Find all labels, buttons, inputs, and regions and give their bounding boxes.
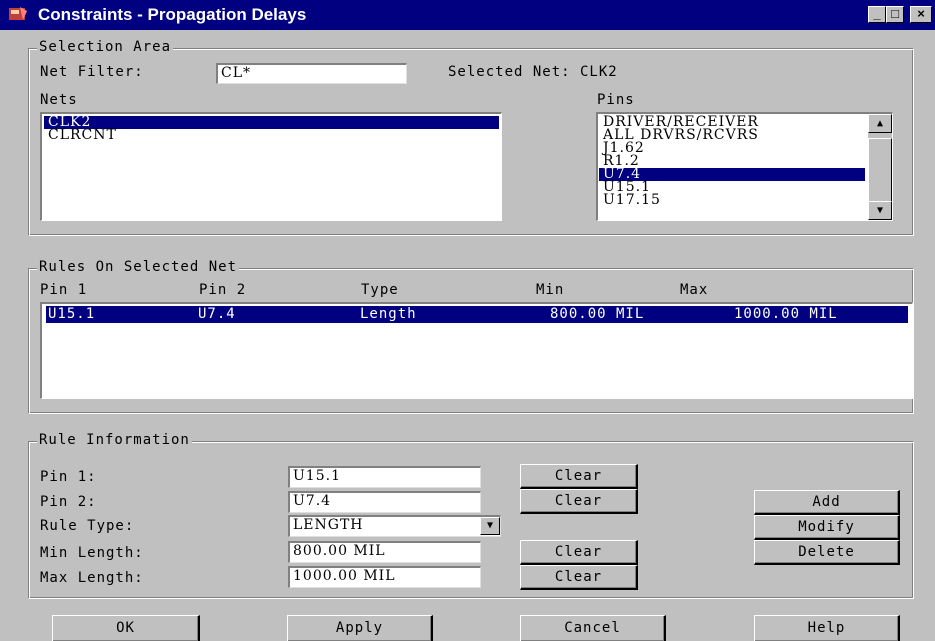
col-pin1-header: Pin 1	[40, 282, 88, 298]
cancel-label: Cancel	[564, 620, 621, 636]
help-label: Help	[807, 620, 846, 636]
pin2-clear-button[interactable]: Clear	[520, 489, 638, 514]
ok-label: OK	[116, 620, 135, 636]
minimize-button[interactable]: _	[868, 6, 886, 23]
minimize-icon: _	[873, 6, 881, 21]
scroll-up-button[interactable]: ▲	[868, 114, 892, 133]
clear-label: Clear	[554, 493, 603, 509]
rule-max-cell: 1000.00 MIL	[734, 306, 838, 322]
pin2-input[interactable]: U7.4	[288, 491, 481, 513]
close-button[interactable]: ×	[910, 6, 932, 23]
nets-items: CLK2 CLRCNT	[44, 115, 499, 142]
min-length-label: Min Length:	[40, 545, 144, 561]
clear-label: Clear	[554, 569, 603, 585]
net-filter-label: Net Filter:	[40, 64, 144, 80]
clear-label: Clear	[554, 544, 603, 560]
scroll-down-button[interactable]: ▼	[868, 201, 892, 220]
modify-button[interactable]: Modify	[754, 515, 900, 540]
pins-scrollbar[interactable]: ▲ ▼	[868, 114, 892, 220]
rule-pin2-cell: U7.4	[198, 306, 236, 322]
rules-legend: Rules On Selected Net	[37, 259, 240, 275]
pin1-clear-button[interactable]: Clear	[520, 464, 638, 489]
close-icon: ×	[917, 6, 925, 21]
cancel-button[interactable]: Cancel	[520, 615, 666, 641]
app-icon	[9, 7, 27, 20]
col-type-header: Type	[361, 282, 399, 298]
col-pin2-header: Pin 2	[199, 282, 247, 298]
max-length-clear-button[interactable]: Clear	[520, 565, 638, 590]
rule-type-cell: Length	[360, 306, 417, 322]
scroll-thumb[interactable]	[868, 138, 892, 202]
col-min-header: Min	[536, 282, 565, 298]
constraints-dialog: Constraints - Propagation Delays _ □ × S…	[0, 0, 935, 641]
selected-net-text: Selected Net: CLK2	[448, 64, 618, 80]
window-title: Constraints - Propagation Delays	[38, 5, 307, 24]
rule-pin1-cell: U15.1	[48, 306, 96, 322]
max-length-input[interactable]: 1000.00 MIL	[288, 566, 481, 588]
triangle-up-icon: ▲	[876, 118, 884, 129]
clear-label: Clear	[554, 468, 603, 484]
chevron-down-icon: ▼	[486, 520, 494, 531]
nets-label: Nets	[40, 92, 78, 108]
add-button[interactable]: Add	[754, 490, 900, 515]
nets-list[interactable]: CLK2 CLRCNT	[40, 112, 502, 221]
apply-button[interactable]: Apply	[287, 615, 433, 641]
min-length-input[interactable]: 800.00 MIL	[288, 541, 481, 563]
pin2-label: Pin 2:	[40, 494, 97, 510]
net-item-clrcnt[interactable]: CLRCNT	[44, 128, 499, 142]
rule-min-cell: 800.00 MIL	[550, 306, 645, 322]
maximize-icon: □	[891, 6, 899, 21]
max-length-label: Max Length:	[40, 570, 144, 586]
pin1-input[interactable]: U15.1	[288, 466, 481, 488]
pins-items: DRIVER/RECEIVER ALL DRVRS/RCVRS J1.62 R1…	[599, 115, 865, 207]
pin-item-u17-15[interactable]: U17.15	[599, 193, 865, 207]
rule-row[interactable]: U15.1 U7.4 Length 800.00 MIL 1000.00 MIL	[46, 306, 908, 323]
triangle-down-icon: ▼	[876, 205, 884, 216]
rule-info-legend: Rule Information	[37, 432, 192, 448]
rule-type-label: Rule Type:	[40, 518, 135, 534]
rule-type-dropdown-button[interactable]: ▼	[480, 517, 500, 535]
pins-list[interactable]: DRIVER/RECEIVER ALL DRVRS/RCVRS J1.62 R1…	[596, 112, 893, 221]
ok-button[interactable]: OK	[52, 615, 200, 641]
pin1-label: Pin 1:	[40, 469, 97, 485]
apply-label: Apply	[335, 620, 384, 636]
rule-type-select[interactable]: LENGTH	[288, 515, 501, 537]
pins-label: Pins	[597, 92, 635, 108]
col-max-header: Max	[680, 282, 709, 298]
maximize-button[interactable]: □	[886, 6, 904, 23]
min-length-clear-button[interactable]: Clear	[520, 540, 638, 565]
rules-list[interactable]: U15.1 U7.4 Length 800.00 MIL 1000.00 MIL	[40, 302, 913, 399]
selection-area-legend: Selection Area	[37, 39, 174, 55]
modify-label: Modify	[798, 519, 855, 535]
title-bar[interactable]: Constraints - Propagation Delays _ □ ×	[0, 0, 935, 30]
delete-button[interactable]: Delete	[754, 540, 900, 565]
net-filter-input[interactable]: CL*	[216, 63, 407, 84]
delete-label: Delete	[798, 544, 855, 560]
add-label: Add	[812, 494, 841, 510]
help-button[interactable]: Help	[754, 615, 900, 641]
